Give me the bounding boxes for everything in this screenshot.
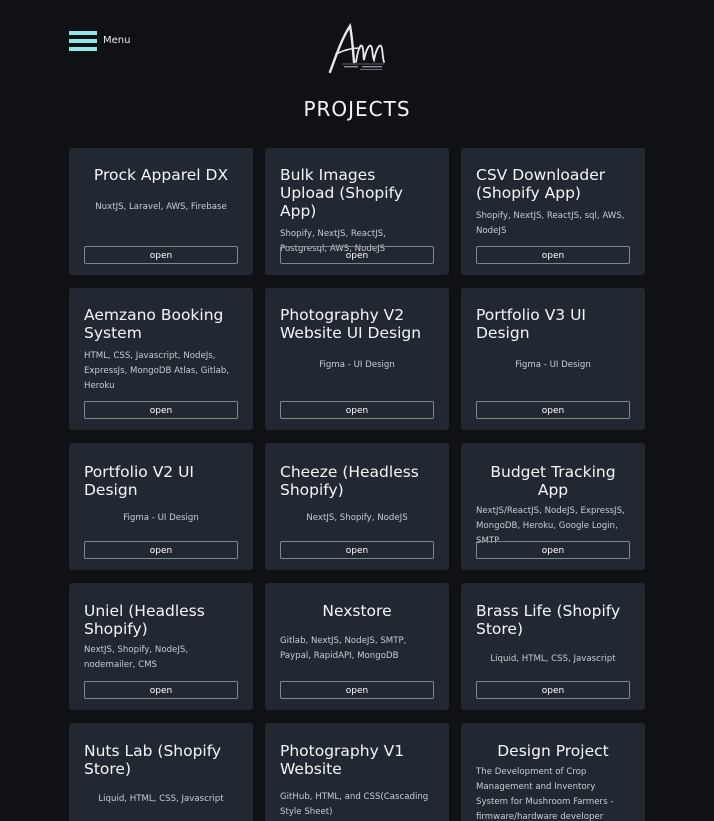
project-card: Prock Apparel DX NuxtJS, Laravel, AWS, F… bbox=[69, 148, 253, 275]
open-button[interactable]: open bbox=[84, 401, 238, 419]
open-button[interactable]: open bbox=[84, 541, 238, 559]
project-tech: GitHub, HTML, and CSS(Cascading Style Sh… bbox=[280, 792, 429, 817]
project-title: Prock Apparel DX bbox=[93, 166, 229, 184]
logo[interactable] bbox=[322, 20, 392, 76]
project-tech: Liquid, HTML, CSS, Javascript bbox=[490, 654, 616, 664]
project-tech: Figma - UI Design bbox=[515, 360, 591, 370]
project-tech: NuxtJS, Laravel, AWS, Firebase bbox=[95, 202, 227, 212]
project-card: Photography V1 Website GitHub, HTML, and… bbox=[265, 723, 449, 821]
project-title: Nexstore bbox=[322, 602, 392, 620]
project-tech: Liquid, HTML, CSS, Javascript bbox=[98, 794, 224, 804]
project-tech: Shopify, NextJS, ReactJS, sql, AWS, Node… bbox=[476, 211, 625, 236]
project-tech: The Development of Crop Management and I… bbox=[476, 767, 614, 821]
project-card: Uniel (Headless Shopify) NextJS, Shopify… bbox=[69, 583, 253, 710]
project-card: Brass Life (Shopify Store) Liquid, HTML,… bbox=[461, 583, 645, 710]
open-button[interactable]: open bbox=[280, 401, 434, 419]
page-title: PROJECTS bbox=[303, 97, 411, 121]
menu-button[interactable]: Menu bbox=[69, 31, 130, 51]
project-title: Bulk Images Upload (Shopify App) bbox=[280, 166, 403, 220]
project-card: Bulk Images Upload (Shopify App) Shopify… bbox=[265, 148, 449, 275]
hamburger-icon bbox=[69, 31, 97, 51]
project-title: Photography V2 Website UI Design bbox=[280, 306, 422, 342]
project-card: Nexstore Gitlab, NextJS, NodeJS, SMTP, P… bbox=[265, 583, 449, 710]
open-button[interactable]: open bbox=[84, 246, 238, 264]
open-button[interactable]: open bbox=[280, 681, 434, 699]
project-title: Nuts Lab (Shopify Store) bbox=[84, 742, 222, 778]
project-card: Photography V2 Website UI Design Figma -… bbox=[265, 288, 449, 430]
project-card: Design Project The Development of Crop M… bbox=[461, 723, 645, 821]
project-card: Nuts Lab (Shopify Store) Liquid, HTML, C… bbox=[69, 723, 253, 821]
project-card: Cheeze (Headless Shopify) NextJS, Shopif… bbox=[265, 443, 449, 570]
open-button[interactable]: open bbox=[84, 681, 238, 699]
open-button[interactable]: open bbox=[476, 681, 630, 699]
project-title: Uniel (Headless Shopify) bbox=[84, 602, 205, 638]
project-tech: HTML, CSS, Javascript, NodeJs, ExpressJs… bbox=[84, 351, 230, 391]
project-title: Aemzano Booking System bbox=[84, 306, 224, 342]
project-title: Photography V1 Website bbox=[280, 742, 405, 778]
project-card: Budget Tracking App NextJS/ReactJS, Node… bbox=[461, 443, 645, 570]
project-card: Aemzano Booking System HTML, CSS, Javasc… bbox=[69, 288, 253, 430]
project-title: Budget Tracking App bbox=[490, 463, 616, 499]
project-title: Portfolio V3 UI Design bbox=[476, 306, 586, 342]
project-tech: Figma - UI Design bbox=[319, 360, 395, 370]
project-tech: Figma - UI Design bbox=[123, 513, 199, 523]
project-tech: Gitlab, NextJS, NodeJS, SMTP, Paypal, Ra… bbox=[280, 636, 407, 661]
project-card: CSV Downloader (Shopify App) Shopify, Ne… bbox=[461, 148, 645, 275]
open-button[interactable]: open bbox=[280, 541, 434, 559]
project-title: Cheeze (Headless Shopify) bbox=[280, 463, 419, 499]
project-title: Brass Life (Shopify Store) bbox=[476, 602, 621, 638]
project-card: Portfolio V3 UI Design Figma - UI Design… bbox=[461, 288, 645, 430]
open-button[interactable]: open bbox=[280, 246, 434, 264]
project-title: Design Project bbox=[497, 742, 609, 760]
project-card: Portfolio V2 UI Design Figma - UI Design… bbox=[69, 443, 253, 570]
project-tech: NextJS, Shopify, NodeJS bbox=[306, 513, 408, 523]
project-title: Portfolio V2 UI Design bbox=[84, 463, 194, 499]
project-title: CSV Downloader (Shopify App) bbox=[476, 166, 606, 202]
open-button[interactable]: open bbox=[476, 401, 630, 419]
open-button[interactable]: open bbox=[476, 541, 630, 559]
menu-label: Menu bbox=[103, 34, 131, 46]
open-button[interactable]: open bbox=[476, 246, 630, 264]
project-tech: NextJS, Shopify, NodeJS, nodemailer, CMS bbox=[84, 645, 189, 670]
